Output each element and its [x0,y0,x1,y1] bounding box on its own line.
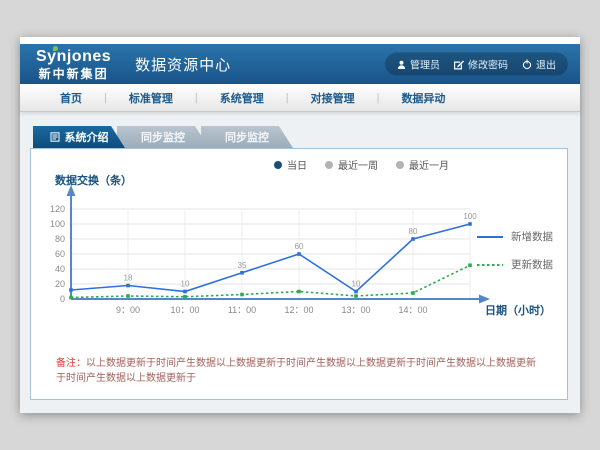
logo[interactable]: Synjones 新中新集团 [36,49,111,80]
logout-label: 退出 [536,57,556,72]
tab-label: 同步监控 [141,129,185,145]
user-menu: 管理员 修改密码 退出 [385,53,568,76]
nav-item-system[interactable]: 系统管理 [198,90,286,106]
radio-last-week[interactable]: 最近一周 [325,157,378,172]
radio-label: 最近一月 [409,157,449,172]
tab-label: 同步监控 [225,129,269,145]
svg-text:60: 60 [55,249,65,259]
tab-system-intro[interactable]: 系统介绍 [33,126,125,148]
svg-text:100: 100 [463,212,477,221]
edit-icon [454,59,464,69]
svg-text:10: 10 [181,280,190,289]
user-menu-admin[interactable]: 管理员 [397,57,440,72]
logout-icon [522,59,532,69]
svg-text:10：00: 10：00 [170,305,199,315]
svg-text:20: 20 [55,279,65,289]
app-window: Synjones 新中新集团 数据资源中心 管理员 修改密码 退出 首页 | 标… [20,37,580,413]
svg-text:10: 10 [352,280,361,289]
tab-bar: 系统介绍 同步监控 同步监控 [33,126,293,148]
change-password-button[interactable]: 修改密码 [454,57,508,72]
radio-dot-icon [325,161,333,169]
change-password-label: 修改密码 [468,57,508,72]
logo-text-en: Synjones [36,49,111,65]
legend-label: 新增数据 [511,229,553,244]
legend-line-solid-icon [477,234,503,240]
radio-dot-icon [274,161,282,169]
svg-text:120: 120 [50,204,65,214]
svg-text:数据交换（条）: 数据交换（条） [55,173,132,187]
tab-label: 系统介绍 [65,129,109,145]
document-icon [50,132,60,142]
svg-text:9：00: 9：00 [116,305,140,315]
user-icon [397,59,406,69]
tab-sync-monitor-1[interactable]: 同步监控 [117,126,209,148]
top-strip [20,37,580,44]
nav-item-integration[interactable]: 对接管理 [289,90,377,106]
svg-text:35: 35 [238,261,247,270]
app-header: Synjones 新中新集团 数据资源中心 管理员 修改密码 退出 [20,44,580,84]
svg-text:40: 40 [55,264,65,274]
legend-item-new-data: 新增数据 [477,229,553,244]
svg-text:11：00: 11：00 [228,305,256,315]
content-area: 系统介绍 同步监控 同步监控 当日 最近一周 [20,112,580,414]
logout-button[interactable]: 退出 [522,57,556,72]
tab-sync-monitor-2[interactable]: 同步监控 [201,126,293,148]
logo-text-cn: 新中新集团 [36,68,111,80]
svg-text:12：00: 12：00 [284,305,313,315]
period-filter: 当日 最近一周 最近一月 [274,157,449,172]
logo-leaf-icon [53,46,58,51]
radio-label: 当日 [287,157,307,172]
legend-item-update-data: 更新数据 [477,257,553,272]
radio-today[interactable]: 当日 [274,157,307,172]
footnote-label: 备注： [56,358,86,369]
radio-dot-icon [396,161,404,169]
nav-item-standards[interactable]: 标准管理 [107,90,195,106]
legend-label: 更新数据 [511,257,553,272]
footnote: 备注：以上数据更新于时间产生数据以上数据更新于时间产生数据以上数据更新于时间产生… [56,357,544,386]
nav-item-data-changes[interactable]: 数据异动 [379,90,467,106]
nav-item-home[interactable]: 首页 [38,90,104,106]
legend-line-dotted-icon [477,262,503,268]
svg-text:60: 60 [295,242,304,251]
footnote-text: 以上数据更新于时间产生数据以上数据更新于时间产生数据以上数据更新于时间产生数据以… [56,358,536,384]
svg-text:14：00: 14：00 [398,305,427,315]
svg-text:100: 100 [50,219,65,229]
chart-legend: 新增数据 更新数据 [477,229,553,272]
svg-text:18: 18 [124,274,133,283]
page-title: 数据资源中心 [135,54,231,75]
svg-text:13：00: 13：00 [341,305,370,315]
radio-label: 最近一周 [338,157,378,172]
svg-text:日期（小时）: 日期（小时） [485,303,551,317]
main-nav: 首页 | 标准管理 | 系统管理 | 对接管理 | 数据异动 [20,84,580,112]
chart-panel: 当日 最近一周 最近一月 0 20 40 60 80 100 120 9：00 10：00 11：… [30,148,568,400]
svg-text:0: 0 [60,294,65,304]
svg-text:80: 80 [409,227,418,236]
user-menu-admin-label: 管理员 [410,57,440,72]
radio-last-month[interactable]: 最近一月 [396,157,449,172]
svg-text:80: 80 [55,234,65,244]
